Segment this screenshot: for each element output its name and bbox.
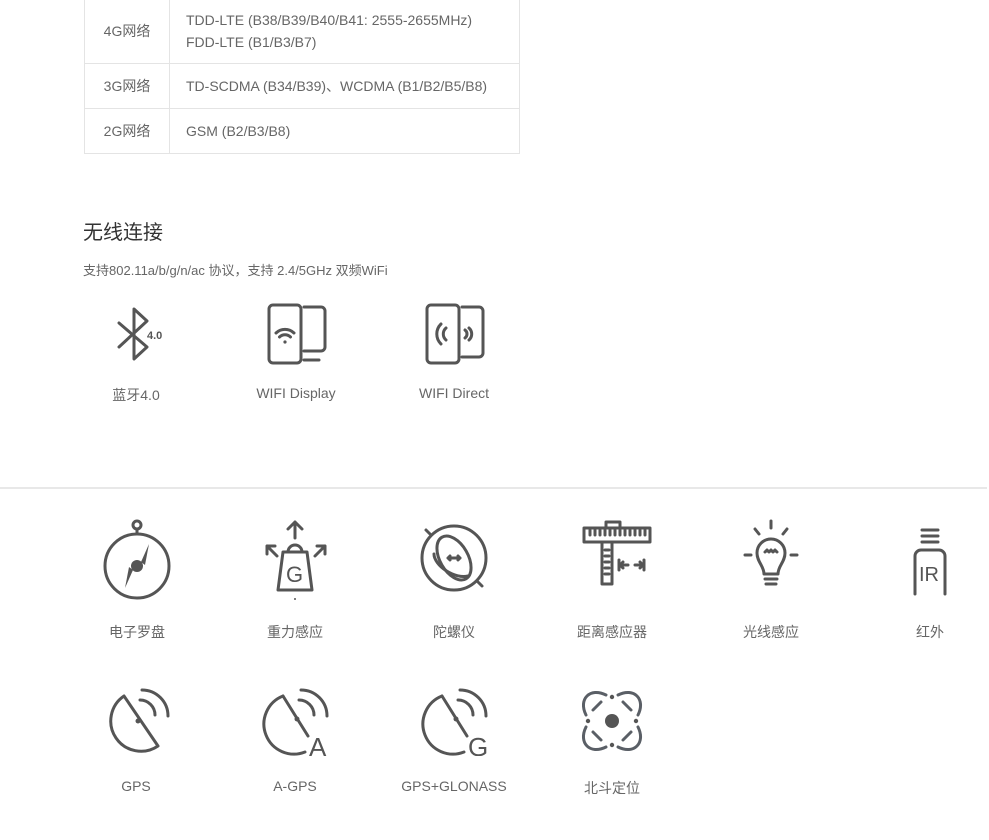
agps-glyph: A bbox=[309, 732, 327, 756]
section-title: 无线连接 bbox=[83, 222, 163, 244]
feature-gyroscope: 陀螺仪 bbox=[394, 518, 514, 642]
beidou-icon bbox=[582, 691, 642, 751]
gravity-icon: G bbox=[265, 520, 327, 600]
feature-wifi-display: WIFI Display bbox=[236, 303, 356, 401]
network-bands: TDD-LTE (B38/B39/B40/B41: 2555-2655MHz) … bbox=[169, 0, 520, 64]
bluetooth-icon: 4.0 bbox=[117, 307, 162, 361]
feature-label: 北斗定位 bbox=[584, 780, 640, 796]
light-bulb-icon bbox=[743, 519, 799, 586]
compass-icon bbox=[103, 519, 171, 600]
glonass-glyph: G bbox=[468, 732, 488, 756]
wifi-display-icon bbox=[267, 303, 327, 365]
network-label: 2G网络 bbox=[84, 108, 170, 154]
feature-label: 电子罗盘 bbox=[109, 624, 165, 640]
feature-gps-glonass: G GPS+GLONASS bbox=[394, 686, 514, 794]
band-line: TDD-LTE (B38/B39/B40/B41: 2555-2655MHz) bbox=[186, 12, 473, 28]
feature-label: GPS bbox=[121, 778, 151, 794]
feature-beidou: 北斗定位 bbox=[552, 686, 672, 798]
network-bands: TD-SCDMA (B34/B39)、WCDMA (B1/B2/B5/B8) bbox=[169, 63, 520, 109]
feature-label: WIFI Direct bbox=[419, 385, 489, 401]
table-row: 2G网络 GSM (B2/B3/B8) bbox=[84, 108, 520, 154]
feature-label: 红外 bbox=[916, 624, 944, 640]
gps-dish-icon bbox=[109, 688, 170, 753]
feature-gps: GPS bbox=[76, 686, 196, 794]
feature-label: 蓝牙4.0 bbox=[112, 387, 160, 403]
section-description: 支持802.11a/b/g/n/ac 协议，支持 2.4/5GHz 双频WiFi bbox=[83, 263, 388, 278]
section-divider bbox=[0, 487, 987, 489]
table-row: 4G网络 TDD-LTE (B38/B39/B40/B41: 2555-2655… bbox=[84, 0, 520, 64]
feature-gravity: G 重力感应 bbox=[235, 518, 355, 642]
infrared-glyph: IR bbox=[919, 564, 939, 586]
glonass-dish-icon: G bbox=[421, 688, 488, 756]
feature-infrared: IR 红外 bbox=[870, 518, 989, 642]
feature-label: 重力感应 bbox=[267, 624, 323, 640]
gyroscope-icon bbox=[420, 524, 488, 592]
feature-compass: 电子罗盘 bbox=[77, 518, 197, 642]
feature-light-sensor: 光线感应 bbox=[711, 518, 831, 642]
feature-label: 距离感应器 bbox=[577, 624, 647, 640]
infrared-icon: IR bbox=[913, 528, 947, 596]
feature-label: GPS+GLONASS bbox=[401, 778, 507, 794]
gravity-glyph: G bbox=[286, 562, 303, 587]
feature-wifi-direct: WIFI Direct bbox=[394, 303, 514, 401]
feature-label: WIFI Display bbox=[256, 385, 336, 401]
network-bands-table: 4G网络 TDD-LTE (B38/B39/B40/B41: 2555-2655… bbox=[84, 0, 520, 154]
agps-dish-icon: A bbox=[262, 688, 329, 756]
ruler-icon bbox=[582, 520, 652, 586]
feature-label: 光线感应 bbox=[743, 624, 799, 640]
feature-agps: A A-GPS bbox=[235, 686, 355, 794]
bluetooth-version-badge: 4.0 bbox=[147, 330, 162, 342]
feature-label: 陀螺仪 bbox=[433, 624, 475, 640]
feature-bluetooth: 4.0 蓝牙4.0 bbox=[76, 303, 196, 405]
network-label: 3G网络 bbox=[84, 63, 170, 109]
wifi-direct-icon bbox=[425, 303, 485, 365]
band-line: FDD-LTE (B1/B3/B7) bbox=[186, 34, 317, 50]
network-bands: GSM (B2/B3/B8) bbox=[169, 108, 520, 154]
table-row: 3G网络 TD-SCDMA (B34/B39)、WCDMA (B1/B2/B5/… bbox=[84, 63, 520, 109]
feature-label: A-GPS bbox=[273, 778, 317, 794]
network-label: 4G网络 bbox=[84, 0, 170, 64]
feature-distance-sensor: 距离感应器 bbox=[552, 518, 672, 642]
